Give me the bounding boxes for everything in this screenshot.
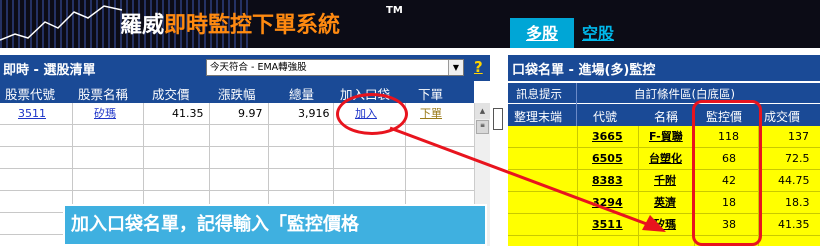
tutorial-caption: 加入口袋名單，記得輸入「監控價格 <box>63 204 487 246</box>
stock-name-link[interactable]: 矽瑪 <box>654 214 676 236</box>
stock-name-link[interactable]: F-貿聯 <box>649 126 683 148</box>
right-panel-title-bar: 口袋名單 - 進場(多)監控 <box>508 55 820 81</box>
table-row: 3294 英濟 18 18.3 <box>508 192 820 214</box>
stock-name-link[interactable]: 矽瑪 <box>94 103 116 125</box>
trademark-mark: TM <box>386 5 403 16</box>
stock-code-link[interactable]: 3294 <box>592 192 623 214</box>
col-header-change: 漲跌幅 <box>218 87 256 102</box>
app-banner: 羅威即時監控下單系統 TM <box>0 0 820 48</box>
left-panel-title: 即時 - 選股清單 <box>3 63 96 78</box>
brand-prefix: 羅威 <box>120 13 165 38</box>
app-brand: 羅威即時監控下單系統 <box>120 7 340 39</box>
scrollbar-thumb[interactable]: ≡ <box>476 120 489 134</box>
highlight-oval-add <box>336 93 408 135</box>
stock-code-link[interactable]: 3511 <box>18 103 46 125</box>
column-divider <box>638 126 639 246</box>
price-cell: 44.75 <box>778 174 810 187</box>
brand-suffix: 即時監控下單系統 <box>164 13 341 38</box>
stock-code-link[interactable]: 6505 <box>592 148 623 170</box>
tab-long-stocks[interactable]: 多股 <box>510 18 574 48</box>
table-row: 3511 矽瑪 38 41.35 <box>508 214 820 236</box>
monitor-column-header: 整理末端 代號 名稱 監控價 成交價 <box>508 104 820 126</box>
stock-list-header: 股票代號 股票名稱 成交價 漲跌幅 總量 加入口袋 下單 <box>0 81 474 103</box>
price-cell: 41.35 <box>778 218 810 231</box>
monitor-group-header: 訊息提示 自訂條件區(白底區) <box>508 83 820 103</box>
col-header-code: 股票代號 <box>5 87 56 102</box>
stock-code-link[interactable]: 3665 <box>592 126 623 148</box>
change-cell: 9.97 <box>238 107 263 120</box>
banner-chart-decoration <box>0 5 123 41</box>
chevron-down-icon[interactable]: ▼ <box>448 60 463 75</box>
pocket-list-table: 3665 F-貿聯 118 137 6505 台塑化 68 72.5 8383 … <box>508 126 820 246</box>
table-row: 8383 千附 42 44.75 <box>508 170 820 192</box>
alert-group-label: 訊息提示 <box>516 87 562 101</box>
filter-select[interactable]: 今天符合 - EMA轉強股 <box>206 59 464 76</box>
stock-code-link[interactable]: 8383 <box>592 170 623 192</box>
header-divider <box>576 83 577 126</box>
stock-code-link[interactable]: 3511 <box>592 214 623 236</box>
highlight-box-monitor-price <box>692 100 762 246</box>
scroll-up-icon[interactable]: ▲ <box>475 103 490 119</box>
price-cell: 72.5 <box>785 152 810 165</box>
price-cell: 137 <box>788 130 809 143</box>
col-header-volume: 總量 <box>289 87 315 102</box>
col-header-order: 下單 <box>418 87 444 102</box>
help-link[interactable]: ? <box>474 58 483 76</box>
col-header-code: 代號 <box>593 110 618 124</box>
col-header-status: 整理末端 <box>514 110 563 124</box>
table-row: 6505 台塑化 68 72.5 <box>508 148 820 170</box>
splitter-handle[interactable] <box>493 108 503 130</box>
col-header-price: 成交價 <box>764 110 801 124</box>
tab-short-stocks[interactable]: 空股 <box>582 18 614 48</box>
price-cell: 18.3 <box>785 196 810 209</box>
stock-name-link[interactable]: 千附 <box>654 170 676 192</box>
column-divider <box>577 126 578 246</box>
order-link[interactable]: 下單 <box>420 103 442 125</box>
col-header-name: 股票名稱 <box>78 87 129 102</box>
stock-name-link[interactable]: 台塑化 <box>649 148 682 170</box>
price-cell: 41.35 <box>172 107 204 120</box>
col-header-price: 成交價 <box>152 87 190 102</box>
col-header-name: 名稱 <box>654 110 679 124</box>
table-row: 3665 F-貿聯 118 137 <box>508 126 820 148</box>
right-panel-title: 口袋名單 - 進場(多)監控 <box>512 63 656 78</box>
volume-cell: 3,916 <box>298 107 330 120</box>
stock-name-link[interactable]: 英濟 <box>654 192 676 214</box>
panel-divider <box>490 48 508 246</box>
